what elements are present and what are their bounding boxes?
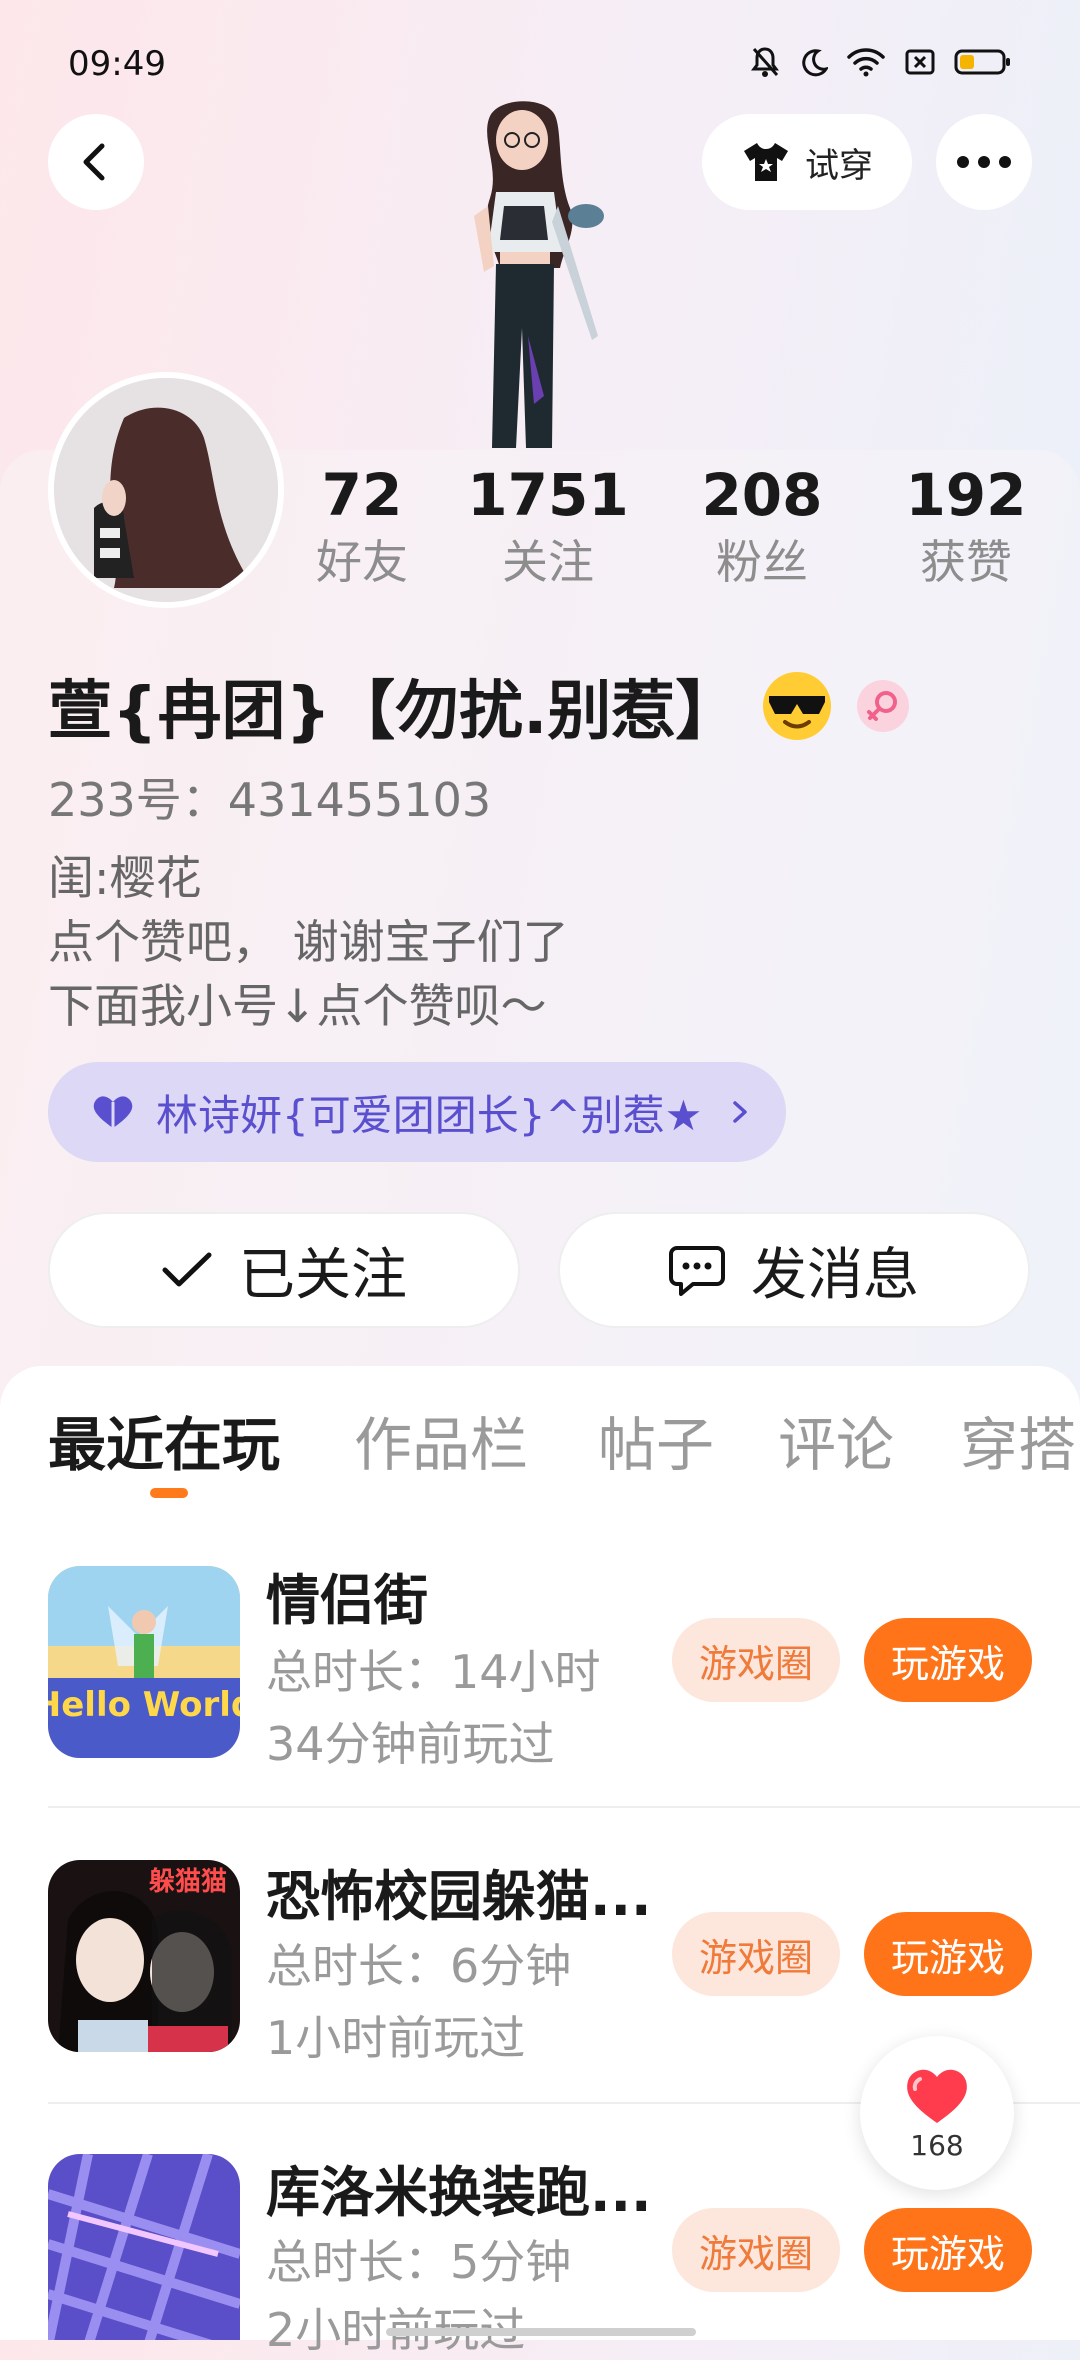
bio-line: 点个赞吧， 谢谢宝子们了 [48, 915, 569, 969]
game-duration: 总时长：14小时 [266, 1645, 601, 1699]
game-circle-button[interactable]: 游戏圈 [672, 1618, 840, 1702]
nickname-row: 萱{冉团}【勿扰.别惹】 [48, 660, 911, 752]
game-name[interactable]: 恐怖校园躲猫... [266, 1852, 652, 1931]
stat-friends[interactable]: 72 好友 [272, 462, 452, 590]
sunglasses-emoji-icon [763, 672, 832, 740]
nickname: 萱{冉团}【勿扰.别惹】 [48, 675, 740, 749]
home-indicator[interactable] [386, 2328, 696, 2336]
stat-likes-label: 获赞 [920, 535, 1012, 589]
tab-comments[interactable]: 评论 [778, 1398, 894, 1482]
play-game-button[interactable]: 玩游戏 [864, 2208, 1032, 2292]
relationship-label: 林诗妍{可爱团团长}^别惹★ [156, 1090, 703, 1140]
chat-bubble-icon [669, 1246, 725, 1296]
game-last-played: 1小时前玩过 [266, 2011, 526, 2065]
game-duration: 总时长：5分钟 [266, 2235, 572, 2289]
battery-icon [954, 49, 1010, 75]
game-circle-button[interactable]: 游戏圈 [672, 1912, 840, 1996]
game-circle-button[interactable]: 游戏圈 [672, 2208, 840, 2292]
game-icon-text: Hello World [48, 1685, 240, 1725]
tab-outfits[interactable]: 穿搭 [960, 1398, 1076, 1482]
chevron-left-icon [83, 143, 105, 181]
stat-likes-value: 192 [905, 461, 1027, 529]
game-name[interactable]: 库洛米换装跑... [266, 2148, 652, 2227]
stat-following-value: 1751 [467, 461, 629, 529]
status-time: 09:49 [68, 44, 166, 84]
bio: 闺:樱花 点个赞吧， 谢谢宝子们了 下面我小号↓点个赞呗～ [48, 846, 569, 1038]
stat-fans-value: 208 [701, 461, 823, 529]
stat-likes[interactable]: 192 获赞 [876, 462, 1056, 590]
like-count: 168 [910, 2128, 964, 2162]
stat-following-label: 关注 [502, 535, 594, 589]
follow-button[interactable]: 已关注 [48, 1212, 520, 1328]
moon-icon [802, 49, 828, 77]
game-icon-horror-school[interactable]: 躲猫猫 [48, 1860, 240, 2052]
check-icon [162, 1252, 212, 1287]
more-options-button[interactable] [936, 114, 1032, 210]
like-button[interactable]: 168 [860, 2036, 1014, 2190]
user-id: 233号：431455103 [48, 773, 492, 827]
active-tab-indicator [150, 1488, 188, 1498]
message-label: 发消息 [751, 1242, 919, 1308]
try-on-button[interactable]: 试穿 [702, 114, 912, 210]
heart-icon [907, 2069, 967, 2123]
message-button[interactable]: 发消息 [558, 1212, 1030, 1328]
female-gender-icon [857, 680, 910, 732]
bio-line: 闺:樱花 [48, 851, 202, 905]
profile-avatar[interactable] [48, 372, 284, 608]
bio-line: 下面我小号↓点个赞呗～ [48, 979, 547, 1033]
game-icon-qinglvjie[interactable]: Hello World [48, 1566, 240, 1758]
game-name[interactable]: 情侣街 [266, 1556, 428, 1635]
back-button[interactable] [48, 114, 144, 210]
stat-fans[interactable]: 208 粉丝 [672, 462, 852, 590]
game-last-played: 2小时前玩过 [266, 2303, 526, 2357]
row-divider [48, 1806, 1080, 1808]
tab-works[interactable]: 作品栏 [354, 1398, 528, 1482]
stat-friends-value: 72 [321, 461, 403, 529]
relationship-tag[interactable]: 林诗妍{可爱团团长}^别惹★ [48, 1062, 786, 1162]
stat-fans-label: 粉丝 [716, 535, 808, 589]
follow-label: 已关注 [239, 1242, 407, 1308]
tshirt-icon [744, 143, 788, 181]
stat-friends-label: 好友 [316, 535, 408, 589]
chevron-right-icon [733, 1101, 748, 1123]
game-duration: 总时长：6分钟 [266, 1939, 572, 1993]
avatar-3d-figure[interactable] [430, 96, 650, 448]
more-dots-icon [957, 156, 1011, 168]
game-last-played: 34分钟前玩过 [266, 1717, 555, 1771]
sim-off-icon [905, 49, 935, 75]
play-game-button[interactable]: 玩游戏 [864, 1618, 1032, 1702]
game-icon-text: 躲猫猫 [149, 1867, 227, 1897]
mute-bell-icon [751, 47, 779, 77]
tab-posts[interactable]: 帖子 [598, 1398, 714, 1482]
tab-recently-played[interactable]: 最近在玩 [48, 1398, 280, 1482]
try-on-label: 试穿 [805, 145, 873, 186]
game-icon-kuromi[interactable] [48, 2154, 240, 2340]
play-game-button[interactable]: 玩游戏 [864, 1912, 1032, 1996]
heart-link-icon [93, 1096, 133, 1128]
stat-following[interactable]: 1751 关注 [458, 462, 638, 590]
status-icons [750, 46, 1012, 78]
wifi-icon [847, 48, 885, 77]
